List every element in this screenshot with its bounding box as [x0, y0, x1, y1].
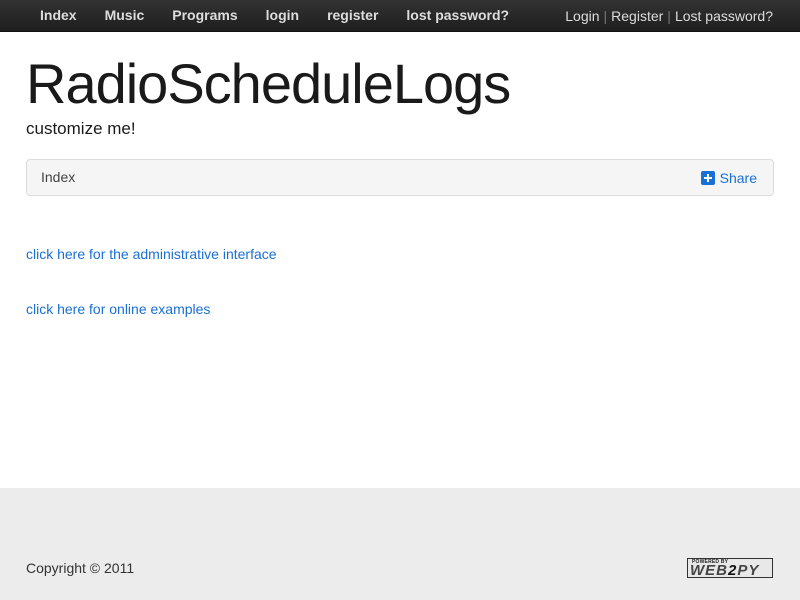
- nav-lost-password[interactable]: lost password?: [392, 0, 523, 31]
- badge-py: PY: [737, 562, 760, 579]
- breadcrumb-current: Index: [41, 169, 76, 185]
- auth-login-link[interactable]: Login: [565, 8, 599, 24]
- separator: |: [603, 7, 608, 24]
- site-subtitle: customize me!: [26, 119, 136, 138]
- breadcrumb: Index Share: [26, 159, 774, 196]
- powered-by-web2py-badge[interactable]: POWERED BY WEB2PY: [687, 558, 773, 578]
- nav-login[interactable]: login: [252, 0, 313, 31]
- nav-programs[interactable]: Programs: [158, 0, 251, 31]
- main-menu: Index Music Programs login register lost…: [26, 0, 523, 31]
- separator: |: [667, 7, 671, 24]
- online-examples-link[interactable]: click here for online examples: [26, 301, 210, 317]
- badge-two: 2: [728, 562, 738, 579]
- plus-square-icon: [700, 170, 715, 185]
- admin-interface-link[interactable]: click here for the administrative interf…: [26, 246, 277, 262]
- top-navbar: Index Music Programs login register lost…: [0, 0, 800, 32]
- nav-index[interactable]: Index: [26, 0, 91, 31]
- auth-lost-password-link[interactable]: Lost password?: [675, 8, 773, 24]
- badge-web: WEB: [690, 562, 728, 579]
- share-label: Share: [719, 169, 757, 186]
- share-button[interactable]: Share: [700, 160, 757, 195]
- nav-music[interactable]: Music: [91, 0, 159, 31]
- nav-register[interactable]: register: [313, 0, 392, 31]
- footer: Copyright © 2011 POWERED BY WEB2PY: [0, 488, 800, 600]
- copyright-text: Copyright © 2011: [26, 560, 135, 576]
- auth-register-link[interactable]: Register: [611, 8, 663, 24]
- auth-links: Login | Register | Lost password?: [565, 0, 773, 31]
- web2py-logo-text: WEB2PY: [690, 563, 759, 578]
- page: Index Music Programs login register lost…: [0, 0, 800, 600]
- site-title: RadioScheduleLogs: [26, 52, 511, 115]
